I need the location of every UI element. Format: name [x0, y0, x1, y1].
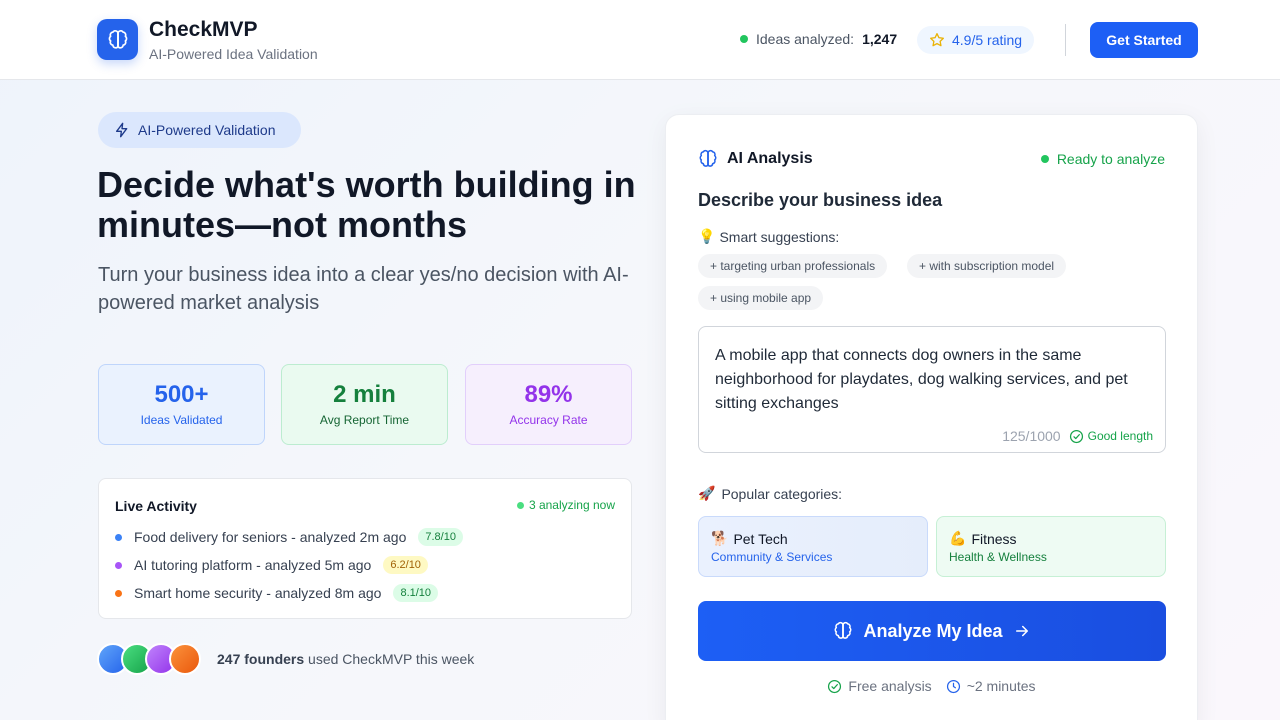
- top-header: CheckMVP AI-Powered Idea Validation Idea…: [0, 0, 1280, 80]
- panel-footer: Free analysis ~2 minutes: [666, 678, 1197, 694]
- stat-label: Accuracy Rate: [509, 413, 588, 427]
- get-started-button[interactable]: Get Started: [1090, 22, 1198, 58]
- time-estimate-text: ~2 minutes: [966, 678, 1036, 694]
- check-circle-icon: [1069, 429, 1083, 443]
- live-dot: [516, 501, 524, 509]
- suggestion-chip-urban[interactable]: + targeting urban professionals: [698, 254, 888, 278]
- page-headline: Decide what's worth building in minutes—…: [97, 164, 636, 245]
- avatar: [169, 643, 201, 675]
- categories-title-text: Popular categories:: [721, 485, 843, 502]
- check-circle-icon: [828, 679, 842, 693]
- ideas-label: Ideas analyzed:: [756, 31, 855, 47]
- stat-label: Ideas Validated: [140, 413, 223, 427]
- arrow-right-icon: [1015, 625, 1028, 637]
- stat-card-accuracy: 89% Accuracy Rate: [465, 364, 632, 445]
- ai-analysis-panel: AI Analysis Ready to analyze Describe yo…: [665, 114, 1198, 720]
- category-name-text: Fitness: [971, 530, 1017, 547]
- clock-icon: [946, 679, 960, 693]
- social-proof-text: 247 founders used CheckMVP this week: [217, 651, 474, 667]
- rocket-icon: 🚀: [698, 485, 716, 501]
- lightning-icon: [116, 122, 128, 138]
- live-dot: [740, 35, 748, 43]
- idea-meta: 125/1000 Good length: [1002, 428, 1153, 444]
- rating-badge: 4.9/5 rating: [917, 26, 1035, 54]
- activity-text: Food delivery for seniors - analyzed 2m …: [134, 529, 407, 545]
- header-divider: [1065, 24, 1066, 56]
- stat-value: 500+: [154, 381, 209, 408]
- brain-icon: [108, 29, 127, 49]
- category-card-pet-tech[interactable]: 🐕 Pet Tech Community & Services: [698, 516, 928, 577]
- smart-suggestions-label: 💡 Smart suggestions:: [698, 228, 839, 245]
- brain-icon: [699, 149, 717, 167]
- stat-value: 89%: [524, 381, 573, 408]
- brand-tagline: AI-Powered Idea Validation: [149, 46, 318, 62]
- panel-title-text: AI Analysis: [727, 150, 813, 167]
- score-badge: 7.8/10: [418, 528, 463, 546]
- category-subtitle: Community & Services: [711, 550, 833, 564]
- founders-count: 247 founders: [217, 651, 305, 667]
- dog-icon: 🐕: [711, 530, 729, 546]
- muscle-icon: 💪: [949, 530, 967, 546]
- length-status: Good length: [1069, 429, 1153, 444]
- brain-icon: [834, 621, 852, 639]
- ideas-analyzed-stat: Ideas analyzed: 1,247: [740, 31, 897, 47]
- page-subheadline: Turn your business idea into a clear yes…: [98, 264, 629, 314]
- stat-card-ideas-validated: 500+ Ideas Validated: [98, 364, 265, 445]
- ai-validation-badge: AI-Powered Validation: [98, 112, 301, 148]
- badge-label: AI-Powered Validation: [138, 122, 276, 138]
- free-analysis-note: Free analysis: [827, 678, 932, 694]
- panel-title: AI Analysis: [698, 149, 813, 169]
- idea-text[interactable]: A mobile app that connects dog owners in…: [715, 344, 1145, 416]
- category-subtitle: Health & Wellness: [949, 550, 1047, 564]
- founders-text: used CheckMVP this week: [308, 651, 475, 667]
- category-name: 🐕 Pet Tech: [711, 530, 927, 547]
- score-badge: 8.1/10: [393, 584, 439, 602]
- length-status-text: Good length: [1087, 429, 1153, 443]
- suggestion-chip-subscription[interactable]: + with subscription model: [907, 254, 1067, 278]
- star-icon: [930, 33, 944, 47]
- activity-dot: [115, 589, 122, 597]
- score-badge: 6.2/10: [383, 556, 428, 574]
- category-name: 💪 Fitness: [949, 530, 1165, 547]
- stat-value: 2 min: [333, 381, 396, 408]
- describe-idea-heading: Describe your business idea: [698, 190, 943, 210]
- rating-text: 4.9/5 rating: [952, 32, 1023, 48]
- time-estimate-note: ~2 minutes: [946, 678, 1036, 694]
- activity-item: Smart home security - analyzed 8m ago 8.…: [115, 584, 439, 602]
- stat-card-report-time: 2 min Avg Report Time: [281, 364, 448, 445]
- analyze-idea-button[interactable]: Analyze My Idea: [698, 601, 1166, 661]
- idea-textarea[interactable]: A mobile app that connects dog owners in…: [698, 326, 1166, 453]
- live-activity-title: Live Activity: [115, 498, 197, 514]
- status-text: Ready to analyze: [1056, 151, 1165, 167]
- activity-item: AI tutoring platform - analyzed 5m ago 6…: [115, 556, 428, 574]
- analyze-button-label: Analyze My Idea: [863, 620, 1003, 641]
- logo[interactable]: [97, 19, 138, 60]
- activity-text: Smart home security - analyzed 8m ago: [134, 585, 382, 601]
- stat-label: Avg Report Time: [319, 413, 410, 427]
- analyzing-now-indicator: 3 analyzing now: [516, 498, 615, 512]
- live-activity-card: Live Activity 3 analyzing now Food deliv…: [98, 478, 632, 619]
- ready-status: Ready to analyze: [1040, 151, 1165, 167]
- analyzing-now-text: 3 analyzing now: [528, 498, 615, 512]
- free-analysis-text: Free analysis: [848, 678, 932, 694]
- activity-item: Food delivery for seniors - analyzed 2m …: [115, 528, 463, 546]
- lightbulb-icon: 💡: [698, 228, 716, 244]
- category-name-text: Pet Tech: [733, 530, 788, 547]
- status-dot: [1040, 155, 1049, 163]
- suggestion-chip-mobile[interactable]: + using mobile app: [698, 286, 824, 310]
- suggestions-title-text: Smart suggestions:: [719, 228, 840, 245]
- activity-text: AI tutoring platform - analyzed 5m ago: [134, 557, 372, 573]
- category-card-fitness[interactable]: 💪 Fitness Health & Wellness: [936, 516, 1166, 577]
- activity-dot: [115, 561, 122, 569]
- founder-avatars: [97, 643, 207, 675]
- popular-categories-label: 🚀 Popular categories:: [698, 485, 842, 502]
- ideas-count: 1,247: [862, 31, 898, 47]
- char-counter: 125/1000: [1002, 428, 1061, 444]
- brand-name: CheckMVP: [149, 18, 258, 41]
- activity-dot: [115, 533, 122, 541]
